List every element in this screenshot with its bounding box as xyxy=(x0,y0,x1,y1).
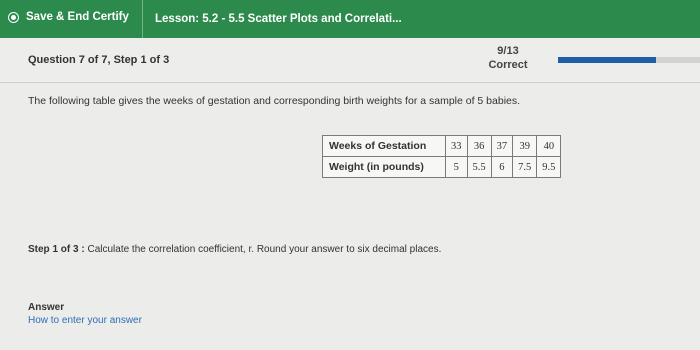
table-cell: 37 xyxy=(490,135,514,157)
table-cell: 5 xyxy=(445,156,468,178)
row-header: Weight (in pounds) xyxy=(322,156,446,178)
step-instruction: Step 1 of 3 : Calculate the correlation … xyxy=(28,244,441,255)
question-prompt: The following table gives the weeks of g… xyxy=(28,95,521,107)
table-cell: 5.5 xyxy=(466,156,492,178)
table-row: Weight (in pounds) 5 5.5 6 7.5 9.5 xyxy=(322,156,562,178)
lesson-title: Lesson: 5.2 - 5.5 Scatter Plots and Corr… xyxy=(142,0,402,38)
question-content: The following table gives the weeks of g… xyxy=(0,83,700,350)
table-cell: 40 xyxy=(536,135,562,157)
step-text: Calculate the correlation coefficient, r… xyxy=(87,244,442,255)
score-status: Correct xyxy=(488,59,528,71)
answer-label: Answer xyxy=(28,302,65,313)
save-end-button[interactable]: Save & End Certify xyxy=(8,11,129,23)
table-cell: 39 xyxy=(512,135,538,157)
data-table: Weeks of Gestation 33 36 37 39 40 Weight… xyxy=(322,135,562,178)
table-row: Weeks of Gestation 33 36 37 39 40 xyxy=(322,135,562,157)
step-label: Step 1 of 3 : xyxy=(28,244,85,255)
progress-bar xyxy=(558,57,700,63)
row-header: Weeks of Gestation xyxy=(322,135,446,157)
table-cell: 9.5 xyxy=(536,156,562,178)
question-title: Question 7 of 7, Step 1 of 3 xyxy=(28,54,170,66)
how-to-enter-link[interactable]: How to enter your answer xyxy=(28,315,142,326)
score-display: 9/13 Correct xyxy=(478,44,538,72)
score-value: 9/13 xyxy=(497,45,519,57)
top-bar: Save & End Certify Lesson: 5.2 - 5.5 Sca… xyxy=(0,0,700,38)
progress-fill xyxy=(558,57,656,63)
table-cell: 33 xyxy=(445,135,468,157)
table-cell: 7.5 xyxy=(512,156,538,178)
question-header: Question 7 of 7, Step 1 of 3 9/13 Correc… xyxy=(0,38,700,83)
save-end-label: Save & End Certify xyxy=(26,11,129,23)
table-cell: 6 xyxy=(490,156,514,178)
radio-circle-icon xyxy=(8,11,19,23)
table-cell: 36 xyxy=(466,135,492,157)
